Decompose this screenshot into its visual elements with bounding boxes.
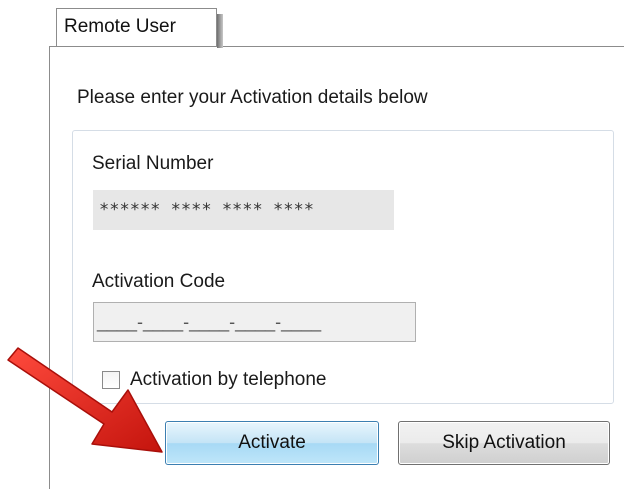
tab-shadow [217,14,223,48]
instructions-text: Please enter your Activation details bel… [77,87,428,108]
activation-dialog: Remote User Please enter your Activation… [0,0,624,489]
red-arrow-icon [7,347,163,453]
serial-number-field: ****** **** **** **** [93,190,394,230]
activate-button[interactable]: Activate [165,421,379,465]
tab-remote-user-label: Remote User [64,16,176,37]
skip-activation-button[interactable]: Skip Activation [398,421,610,465]
serial-number-label: Serial Number [92,153,214,174]
activation-code-input[interactable]: ____-____-____-____-____ [93,302,416,342]
activation-code-label: Activation Code [92,271,226,292]
